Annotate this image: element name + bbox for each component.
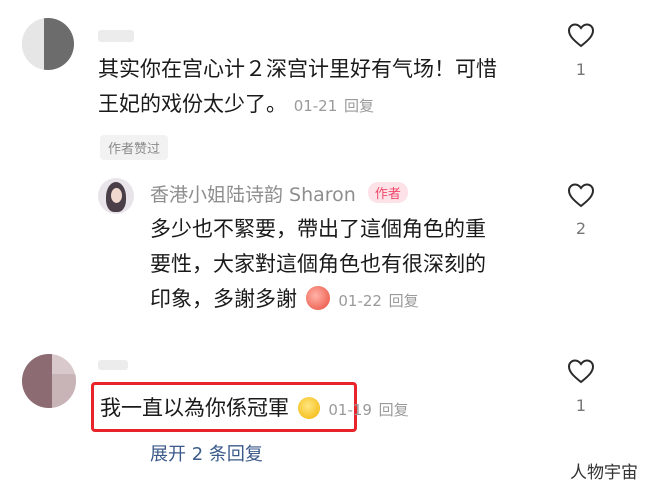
author-avatar[interactable] <box>98 178 134 214</box>
comment-text: 我一直以為你係冠軍 01-19 回复 <box>100 396 409 420</box>
apple-emoji-icon <box>305 286 330 310</box>
comment-date: 01-22 <box>338 292 382 310</box>
reply-text: 多少也不緊要，帶出了這個角色的重 要性，大家對這個角色也有很深刻的 印象，多謝多… <box>150 217 486 311</box>
like-count: 1 <box>575 396 587 415</box>
like-count: 1 <box>575 60 587 79</box>
like-count: 2 <box>575 219 587 238</box>
like-button[interactable] <box>566 358 596 388</box>
author-badge: 作者 <box>367 182 408 203</box>
comment-text: 其实你在宫心计２深宫计里好有气场！可惜 王妃的戏份太少了。 01-21 回复 <box>98 57 497 116</box>
comment-date: 01-21 <box>293 97 338 115</box>
reply-button[interactable]: 回复 <box>379 401 409 419</box>
expand-replies-button[interactable]: 展开 2 条回复 <box>150 440 263 466</box>
avatar[interactable] <box>22 354 76 408</box>
reply-button[interactable]: 回复 <box>389 292 419 310</box>
heart-outline-icon <box>567 23 595 48</box>
like-button[interactable] <box>566 182 596 212</box>
username-blurred <box>98 30 134 42</box>
author-name-row: 香港小姐陆诗韵 Sharon 作者 <box>150 180 408 207</box>
author-liked-chip: 作者赞过 <box>100 135 169 160</box>
like-button[interactable] <box>566 22 596 52</box>
heart-outline-icon <box>567 183 595 208</box>
username-blurred <box>98 360 128 370</box>
comment-date: 01-19 <box>328 401 372 419</box>
grin-sweat-emoji-icon <box>297 397 320 419</box>
reply-button[interactable]: 回复 <box>344 97 374 115</box>
author-name[interactable]: 香港小姐陆诗韵 Sharon <box>150 184 356 206</box>
heart-outline-icon <box>567 359 595 384</box>
watermark: 人物宇宙 <box>570 463 638 483</box>
avatar[interactable] <box>22 18 74 70</box>
